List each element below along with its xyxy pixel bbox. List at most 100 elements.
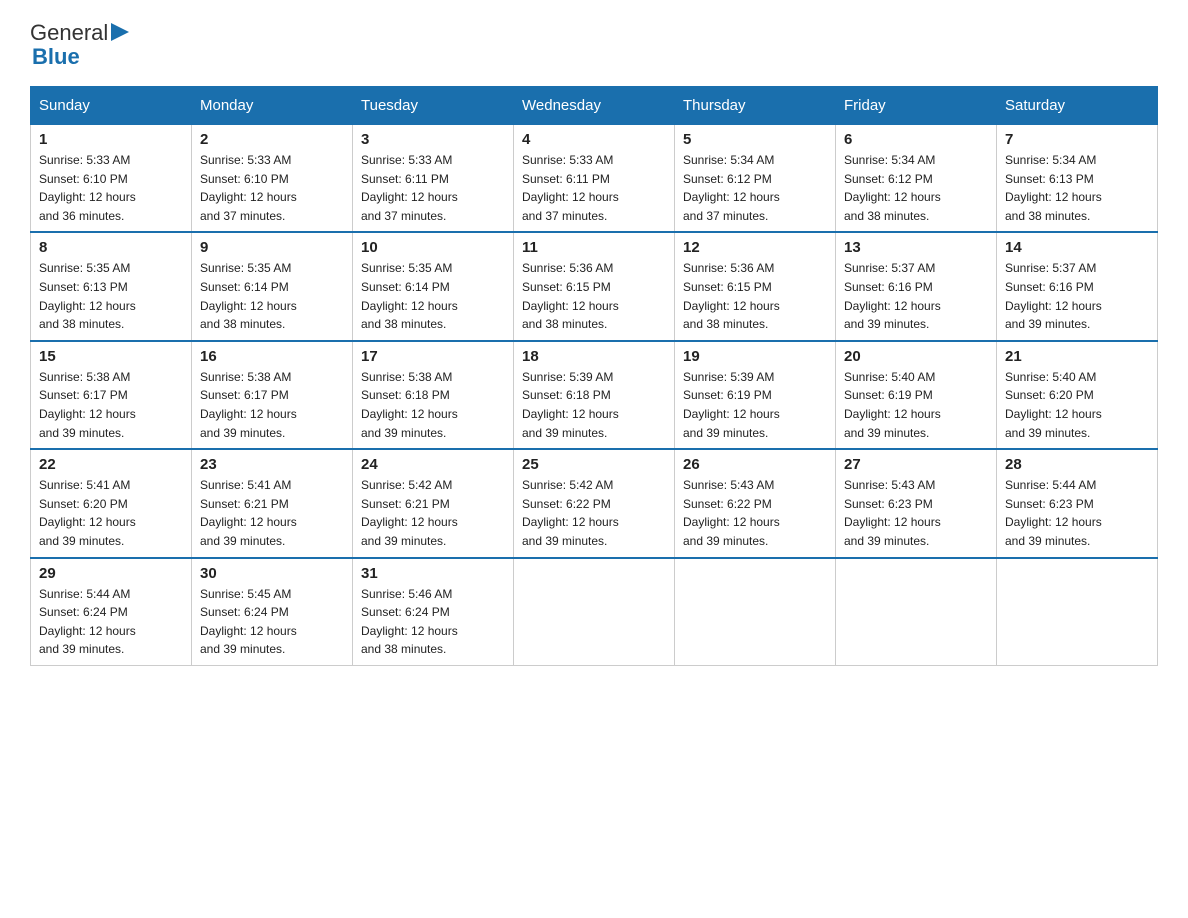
day-number: 27	[844, 456, 988, 473]
day-number: 25	[522, 456, 666, 473]
calendar-cell: 8 Sunrise: 5:35 AMSunset: 6:13 PMDaylight…	[31, 232, 192, 340]
day-number: 31	[361, 565, 505, 582]
day-info: Sunrise: 5:42 AMSunset: 6:21 PMDaylight:…	[361, 476, 505, 550]
day-info: Sunrise: 5:42 AMSunset: 6:22 PMDaylight:…	[522, 476, 666, 550]
day-info: Sunrise: 5:35 AMSunset: 6:13 PMDaylight:…	[39, 259, 183, 333]
calendar-cell: 4 Sunrise: 5:33 AMSunset: 6:11 PMDaylight…	[514, 125, 675, 233]
day-number: 7	[1005, 131, 1149, 148]
calendar-cell: 31 Sunrise: 5:46 AMSunset: 6:24 PMDayligh…	[353, 558, 514, 666]
day-number: 13	[844, 239, 988, 256]
calendar-cell: 22Sunrise: 5:41 AMSunset: 6:20 PMDayligh…	[31, 449, 192, 557]
day-info: Sunrise: 5:46 AMSunset: 6:24 PMDaylight:…	[361, 585, 505, 659]
day-info: Sunrise: 5:37 AMSunset: 6:16 PMDaylight:…	[1005, 259, 1149, 333]
day-info: Sunrise: 5:44 AMSunset: 6:24 PMDaylight:…	[39, 585, 183, 659]
day-number: 23	[200, 456, 344, 473]
day-number: 19	[683, 348, 827, 365]
day-info: Sunrise: 5:38 AMSunset: 6:18 PMDaylight:…	[361, 368, 505, 442]
day-number: 3	[361, 131, 505, 148]
calendar-cell: 24 Sunrise: 5:42 AMSunset: 6:21 PMDayligh…	[353, 449, 514, 557]
weekday-header-sunday: Sunday	[31, 87, 192, 125]
day-info: Sunrise: 5:41 AMSunset: 6:21 PMDaylight:…	[200, 476, 344, 550]
day-info: Sunrise: 5:38 AMSunset: 6:17 PMDaylight:…	[200, 368, 344, 442]
day-info: Sunrise: 5:39 AMSunset: 6:19 PMDaylight:…	[683, 368, 827, 442]
day-info: Sunrise: 5:33 AMSunset: 6:11 PMDaylight:…	[361, 151, 505, 225]
calendar-cell: 3 Sunrise: 5:33 AMSunset: 6:11 PMDaylight…	[353, 125, 514, 233]
logo-general-text: General	[30, 20, 108, 46]
day-number: 1	[39, 131, 183, 148]
calendar-cell: 2 Sunrise: 5:33 AMSunset: 6:10 PMDaylight…	[192, 125, 353, 233]
day-info: Sunrise: 5:34 AMSunset: 6:12 PMDaylight:…	[683, 151, 827, 225]
calendar-cell: 30 Sunrise: 5:45 AMSunset: 6:24 PMDayligh…	[192, 558, 353, 666]
calendar-cell	[675, 558, 836, 666]
calendar-cell: 28 Sunrise: 5:44 AMSunset: 6:23 PMDayligh…	[997, 449, 1158, 557]
day-number: 22	[39, 456, 183, 473]
day-info: Sunrise: 5:44 AMSunset: 6:23 PMDaylight:…	[1005, 476, 1149, 550]
calendar-cell: 11 Sunrise: 5:36 AMSunset: 6:15 PMDayligh…	[514, 232, 675, 340]
calendar-cell: 21 Sunrise: 5:40 AMSunset: 6:20 PMDayligh…	[997, 341, 1158, 449]
calendar-cell	[997, 558, 1158, 666]
day-number: 28	[1005, 456, 1149, 473]
logo-blue-text: Blue	[32, 46, 129, 68]
calendar-cell: 6 Sunrise: 5:34 AMSunset: 6:12 PMDaylight…	[836, 125, 997, 233]
calendar-cell: 16 Sunrise: 5:38 AMSunset: 6:17 PMDayligh…	[192, 341, 353, 449]
day-info: Sunrise: 5:36 AMSunset: 6:15 PMDaylight:…	[683, 259, 827, 333]
day-number: 20	[844, 348, 988, 365]
day-info: Sunrise: 5:35 AMSunset: 6:14 PMDaylight:…	[200, 259, 344, 333]
calendar-cell: 23 Sunrise: 5:41 AMSunset: 6:21 PMDayligh…	[192, 449, 353, 557]
calendar-cell: 7Sunrise: 5:34 AMSunset: 6:13 PMDaylight…	[997, 125, 1158, 233]
day-number: 24	[361, 456, 505, 473]
day-number: 17	[361, 348, 505, 365]
day-number: 21	[1005, 348, 1149, 365]
calendar-cell: 27 Sunrise: 5:43 AMSunset: 6:23 PMDayligh…	[836, 449, 997, 557]
calendar-cell: 1Sunrise: 5:33 AMSunset: 6:10 PMDaylight…	[31, 125, 192, 233]
day-number: 18	[522, 348, 666, 365]
calendar-cell: 5 Sunrise: 5:34 AMSunset: 6:12 PMDaylight…	[675, 125, 836, 233]
day-info: Sunrise: 5:43 AMSunset: 6:22 PMDaylight:…	[683, 476, 827, 550]
weekday-header-thursday: Thursday	[675, 87, 836, 125]
day-number: 10	[361, 239, 505, 256]
day-number: 16	[200, 348, 344, 365]
day-number: 12	[683, 239, 827, 256]
calendar-cell: 12 Sunrise: 5:36 AMSunset: 6:15 PMDayligh…	[675, 232, 836, 340]
day-number: 11	[522, 239, 666, 256]
day-number: 8	[39, 239, 183, 256]
weekday-header-wednesday: Wednesday	[514, 87, 675, 125]
calendar-cell: 15 Sunrise: 5:38 AMSunset: 6:17 PMDayligh…	[31, 341, 192, 449]
logo: General Blue	[30, 20, 129, 68]
day-info: Sunrise: 5:33 AMSunset: 6:10 PMDaylight:…	[200, 151, 344, 225]
day-info: Sunrise: 5:40 AMSunset: 6:19 PMDaylight:…	[844, 368, 988, 442]
calendar-table: SundayMondayTuesdayWednesdayThursdayFrid…	[30, 86, 1158, 666]
day-number: 5	[683, 131, 827, 148]
day-info: Sunrise: 5:34 AMSunset: 6:12 PMDaylight:…	[844, 151, 988, 225]
calendar-cell: 10 Sunrise: 5:35 AMSunset: 6:14 PMDayligh…	[353, 232, 514, 340]
day-info: Sunrise: 5:36 AMSunset: 6:15 PMDaylight:…	[522, 259, 666, 333]
day-info: Sunrise: 5:39 AMSunset: 6:18 PMDaylight:…	[522, 368, 666, 442]
day-number: 2	[200, 131, 344, 148]
day-info: Sunrise: 5:35 AMSunset: 6:14 PMDaylight:…	[361, 259, 505, 333]
day-info: Sunrise: 5:37 AMSunset: 6:16 PMDaylight:…	[844, 259, 988, 333]
day-number: 6	[844, 131, 988, 148]
calendar-cell: 18 Sunrise: 5:39 AMSunset: 6:18 PMDayligh…	[514, 341, 675, 449]
day-info: Sunrise: 5:38 AMSunset: 6:17 PMDaylight:…	[39, 368, 183, 442]
weekday-header-tuesday: Tuesday	[353, 87, 514, 125]
weekday-header-monday: Monday	[192, 87, 353, 125]
day-info: Sunrise: 5:45 AMSunset: 6:24 PMDaylight:…	[200, 585, 344, 659]
calendar-cell: 20 Sunrise: 5:40 AMSunset: 6:19 PMDayligh…	[836, 341, 997, 449]
day-number: 9	[200, 239, 344, 256]
calendar-cell	[514, 558, 675, 666]
calendar-cell: 25 Sunrise: 5:42 AMSunset: 6:22 PMDayligh…	[514, 449, 675, 557]
calendar-cell: 17 Sunrise: 5:38 AMSunset: 6:18 PMDayligh…	[353, 341, 514, 449]
day-info: Sunrise: 5:43 AMSunset: 6:23 PMDaylight:…	[844, 476, 988, 550]
day-number: 14	[1005, 239, 1149, 256]
day-info: Sunrise: 5:33 AMSunset: 6:11 PMDaylight:…	[522, 151, 666, 225]
day-info: Sunrise: 5:40 AMSunset: 6:20 PMDaylight:…	[1005, 368, 1149, 442]
calendar-cell: 9 Sunrise: 5:35 AMSunset: 6:14 PMDaylight…	[192, 232, 353, 340]
day-number: 15	[39, 348, 183, 365]
logo-arrow-icon	[111, 23, 129, 41]
weekday-header-saturday: Saturday	[997, 87, 1158, 125]
calendar-cell: 26 Sunrise: 5:43 AMSunset: 6:22 PMDayligh…	[675, 449, 836, 557]
day-number: 4	[522, 131, 666, 148]
day-number: 26	[683, 456, 827, 473]
calendar-cell: 13 Sunrise: 5:37 AMSunset: 6:16 PMDayligh…	[836, 232, 997, 340]
day-number: 30	[200, 565, 344, 582]
